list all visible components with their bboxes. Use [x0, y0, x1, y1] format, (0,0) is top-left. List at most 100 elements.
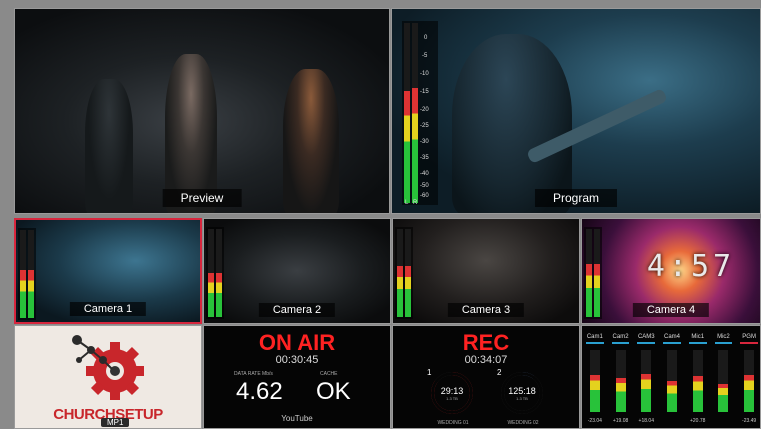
disk-2-size: 1.3 TB — [516, 395, 528, 401]
mixer-channel-tally — [586, 342, 604, 344]
mixer-channel-value: +19.08 — [612, 418, 629, 424]
mixer-channel-value: +20.78 — [689, 418, 706, 424]
mixer-channel-tally — [663, 342, 681, 344]
meter-scale-tick: -40 — [420, 171, 429, 177]
program-meter-fill-left — [404, 91, 410, 203]
meter-scale-tick: -25 — [420, 123, 429, 129]
mixer-channel-tally — [611, 342, 630, 344]
mixer-channel-value: -23.49 — [742, 418, 757, 424]
disk-1-remaining: 29:13 — [440, 385, 464, 396]
camera-3-meter-bar — [397, 229, 403, 317]
mixer-channel-name: CAM3 — [637, 334, 655, 340]
mixer-channel-tally — [714, 342, 733, 344]
meter-scale-tick: -10 — [420, 71, 429, 77]
disk-2-ring: 125:18 1.3 TB — [501, 372, 543, 414]
mixer-channel-value: -23.04 — [587, 418, 602, 424]
camera-1-label: Camera 1 — [69, 302, 147, 316]
preview-tile[interactable]: Preview — [14, 8, 390, 214]
stream-timer: 00:30:45 — [275, 354, 319, 366]
mixer-channel-tally — [637, 342, 656, 344]
mixer-channel-meter-fill — [667, 381, 677, 412]
program-image — [392, 9, 760, 213]
mixer-channel-meter-fill — [589, 374, 600, 412]
mixer-channel-name: Mic1 — [691, 334, 705, 340]
meter-channel-right: R — [413, 200, 418, 206]
camera-1-meter-fill — [20, 269, 26, 318]
mixer-channel-meter — [641, 350, 652, 412]
meter-channel-left: L — [405, 200, 409, 206]
mixer-channel-meter — [667, 350, 677, 412]
mixer-channel-meter-fill — [692, 376, 703, 412]
camera-2-tile[interactable]: Camera 2 — [203, 218, 391, 324]
camera-3-meter — [395, 227, 413, 319]
camera-3-label: Camera 3 — [447, 303, 525, 317]
cache-value: OK — [316, 378, 351, 405]
disk-1-size: 1.3 TB — [446, 395, 458, 401]
program-meter-fill-right — [412, 87, 418, 203]
record-timer: 00:34:07 — [464, 354, 508, 366]
mixer-channel-meter — [589, 350, 600, 412]
camera-1-meter-bar — [20, 230, 26, 318]
camera-4-meter-fill — [586, 264, 592, 317]
cache-label: CACHE — [320, 371, 338, 377]
mixer-channel-name: Cam4 — [663, 334, 680, 340]
program-label: Program — [534, 189, 618, 207]
mixer-channel-tally — [688, 342, 707, 344]
data-rate-label: DATA RATE Mb/s — [234, 371, 273, 377]
on-air-indicator: ON AIR — [258, 330, 336, 355]
audio-mixer-strips: Cam1 -23.04 Cam2 +19.08 CAM3 +18.04 Cam4 Mic1 +2… — [582, 326, 760, 428]
mixer-channel-meter-fill — [615, 377, 626, 412]
camera-2-meter — [206, 227, 224, 319]
logo-tile: CHURCHSETUP MP1 — [14, 325, 202, 429]
logo-badge: MP1 — [101, 418, 130, 427]
record-status-tile[interactable]: REC 00:34:07 1 29:13 1.3 TB WEDDING 01 2… — [392, 325, 580, 429]
camera-2-meter-fill — [216, 273, 222, 317]
mixer-channel-name: Cam1 — [586, 334, 603, 340]
program-meter-bar-right — [412, 23, 418, 203]
data-rate-value: 4.62 — [236, 378, 283, 405]
camera-3-meter-fill — [405, 265, 411, 317]
disk-2-index: 2 — [497, 368, 502, 377]
camera-4-tile[interactable]: 4:57 Camera 4 — [581, 218, 761, 324]
mixer-channel-meter — [692, 350, 703, 412]
rec-indicator: REC — [462, 330, 510, 355]
camera-2-meter-fill — [208, 273, 214, 317]
program-meter-scale: 0 -5 -10 -15 -20 -25 -30 -35 -40 -50 -60 — [420, 23, 436, 203]
meter-scale-tick: -60 — [420, 193, 429, 199]
program-meter: 0 -5 -10 -15 -20 -25 -30 -35 -40 -50 -60… — [402, 21, 438, 206]
preview-label: Preview — [162, 189, 242, 207]
meter-scale-tick: -35 — [420, 155, 429, 161]
meter-scale-tick: -30 — [420, 139, 429, 145]
mixer-channel-name: PGM — [742, 334, 756, 340]
mixer-channel-meter-fill — [744, 374, 755, 412]
stream-status-tile[interactable]: ON AIR 00:30:45 DATA RATE Mb/s 4.62 CACH… — [203, 325, 391, 429]
camera-3-meter-fill — [397, 265, 403, 317]
mixer-channel-meter — [615, 350, 626, 412]
camera-2-label: Camera 2 — [258, 303, 336, 317]
disk-2-remaining: 125:18 — [508, 385, 536, 396]
camera-1-meter-fill — [28, 269, 34, 318]
meter-scale-tick: -5 — [422, 53, 428, 59]
camera-2-meter-bar — [208, 229, 214, 317]
preview-figure-3 — [85, 79, 133, 213]
camera-1-tile[interactable]: Camera 1 — [14, 218, 202, 324]
disk-1-index: 1 — [427, 368, 432, 377]
program-tile[interactable]: 0 -5 -10 -15 -20 -25 -30 -35 -40 -50 -60… — [391, 8, 761, 214]
camera-4-meter-bar — [594, 229, 600, 317]
mixer-channel-tally — [740, 342, 758, 344]
disk-2-name: WEDDING 02 — [507, 420, 539, 426]
mixer-channel-meter-fill — [641, 373, 652, 412]
camera-1-meter-bar — [28, 230, 34, 318]
meter-scale-tick: 0 — [424, 35, 428, 41]
camera-1-meter — [18, 228, 36, 320]
stream-platform: YouTube — [281, 414, 313, 423]
audio-mixer-tile[interactable]: Cam1 -23.04 Cam2 +19.08 CAM3 +18.04 Cam4 Mic1 +2… — [581, 325, 761, 429]
mixer-channel-name: Mic2 — [717, 334, 730, 340]
camera-3-meter-bar — [405, 229, 411, 317]
camera-4-label: Camera 4 — [632, 303, 710, 317]
meter-scale-tick: -20 — [420, 107, 429, 113]
mixer-channel-meter-fill — [718, 384, 729, 412]
program-guitarist — [452, 34, 572, 213]
camera-3-tile[interactable]: Camera 3 — [392, 218, 580, 324]
camera-4-clock: 4:57 — [646, 249, 736, 284]
